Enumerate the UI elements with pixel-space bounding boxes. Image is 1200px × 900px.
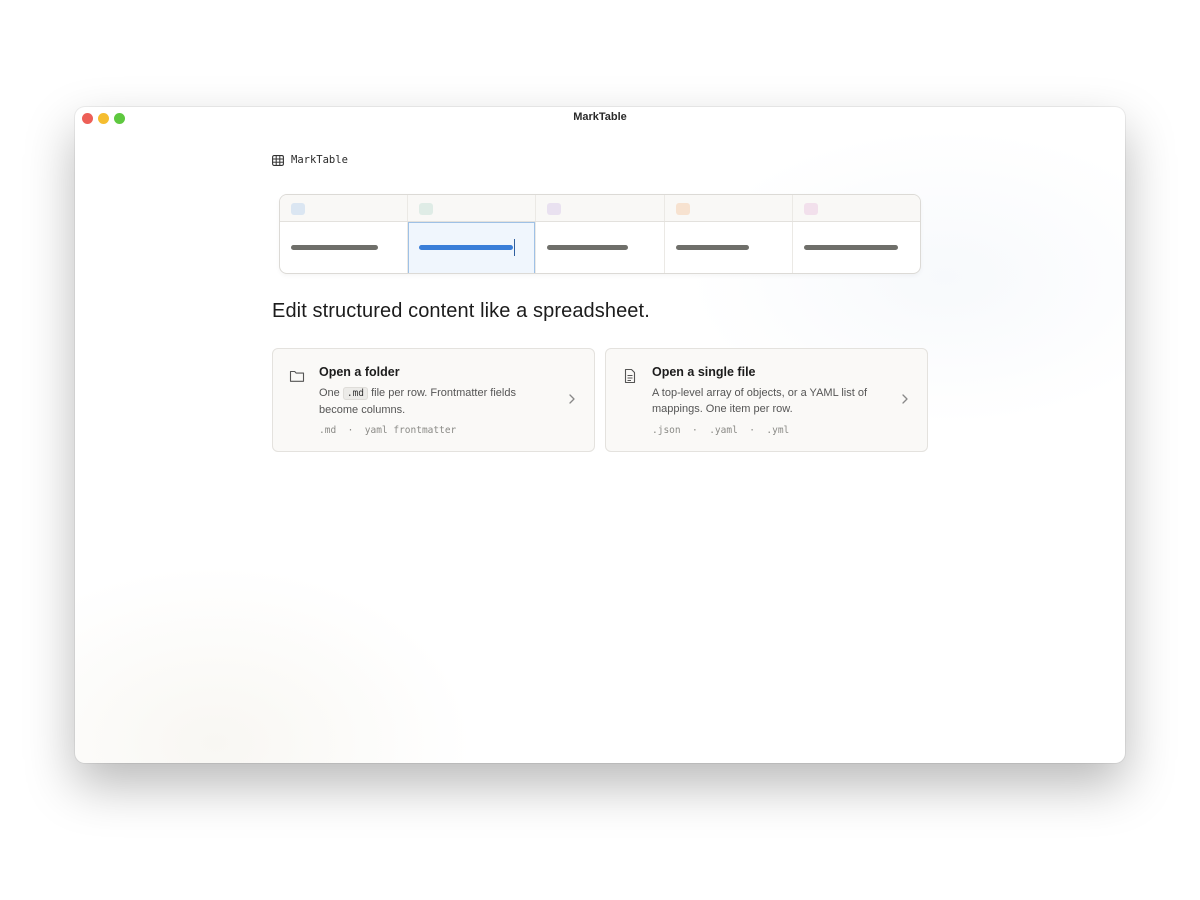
open-folder-card[interactable]: Open a folder One .md file per row. Fron…: [272, 348, 595, 452]
preview-cell-active: [408, 222, 537, 273]
brand: MarkTable: [272, 154, 348, 166]
file-icon: [624, 368, 636, 384]
app-window: MarkTable MarkTable Edit structured cont…: [75, 107, 1125, 763]
column-color-chip: [291, 203, 305, 215]
preview-header-cell: [793, 195, 920, 221]
text-caret: [514, 239, 516, 256]
preview-header-row: [280, 195, 920, 222]
card-description: A top-level array of objects, or a YAML …: [652, 387, 868, 415]
open-file-card[interactable]: Open a single file A top-level array of …: [605, 348, 928, 452]
code-chip: .md: [342, 387, 369, 400]
chevron-right-icon: [902, 394, 908, 404]
page-headline: Edit structured content like a spreadshe…: [272, 300, 650, 322]
column-color-chip: [675, 203, 690, 215]
card-file-types: .json · .yaml · .yml: [652, 425, 790, 436]
preview-header-cell: [536, 195, 665, 221]
placeholder-bar: [803, 245, 898, 250]
preview-cell: [665, 222, 793, 273]
placeholder-bar: [547, 245, 629, 250]
preview-cell: [536, 222, 665, 273]
card-title: Open a single file: [652, 365, 756, 379]
placeholder-bar: [419, 245, 514, 250]
spreadsheet-preview: [279, 194, 921, 274]
folder-icon: [289, 370, 305, 382]
preview-header-cell: [665, 195, 793, 221]
card-desc-prefix: One: [319, 387, 340, 399]
brand-name: MarkTable: [291, 154, 348, 166]
preview-header-cell: [408, 195, 537, 221]
card-file-types: .md · yaml frontmatter: [319, 425, 457, 436]
placeholder-bar: [291, 245, 378, 250]
column-color-chip: [547, 203, 562, 215]
chevron-right-icon: [569, 394, 575, 404]
column-color-chip: [803, 203, 818, 215]
table-icon: [272, 154, 284, 166]
placeholder-bar: [675, 245, 749, 250]
preview-cell: [793, 222, 920, 273]
card-description: One .md file per row. Frontmatter fields…: [319, 385, 539, 418]
card-title: Open a folder: [319, 365, 400, 379]
preview-cell: [280, 222, 409, 273]
preview-header-cell: [280, 195, 409, 221]
column-color-chip: [419, 203, 434, 215]
welcome-content: MarkTable Edit structured content like a…: [272, 107, 932, 763]
preview-data-row: [280, 222, 920, 273]
